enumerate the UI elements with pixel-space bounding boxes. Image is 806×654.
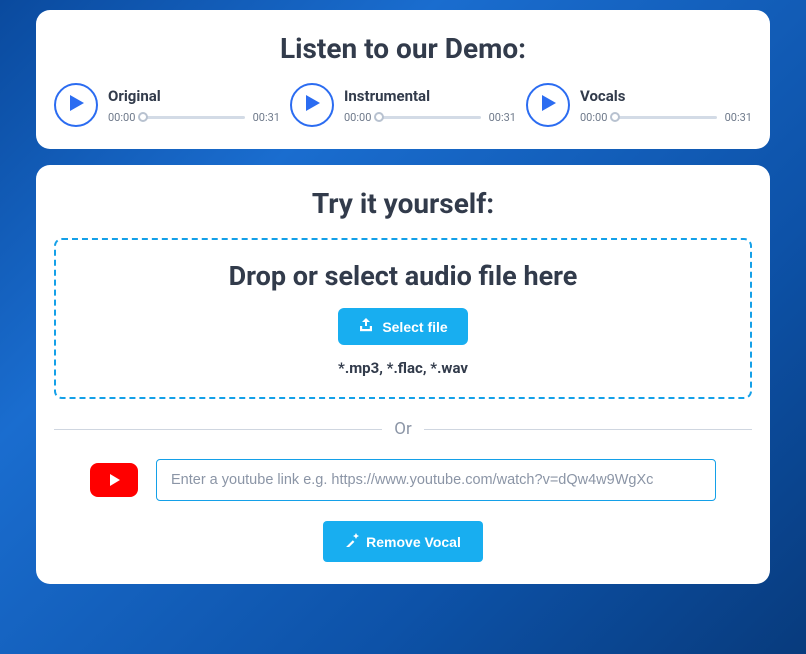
drop-heading: Drop or select audio file here (76, 260, 730, 292)
players-row: Original 00:00 00:31 Instrumental 00:00 (54, 83, 752, 127)
magic-wand-icon (345, 533, 359, 550)
formats-text: *.mp3, *.flac, *.wav (76, 359, 730, 377)
progress-track[interactable] (379, 116, 480, 119)
player-timeline: 00:00 00:31 (580, 111, 752, 124)
time-total: 00:31 (253, 111, 280, 124)
remove-row: Remove Vocal (54, 521, 752, 562)
player-vocals: Vocals 00:00 00:31 (526, 83, 752, 127)
player-timeline: 00:00 00:31 (344, 111, 516, 124)
divider-line (424, 429, 752, 430)
play-icon (539, 94, 557, 116)
try-card: Try it yourself: Drop or select audio fi… (36, 165, 770, 584)
play-button-vocals[interactable] (526, 83, 570, 127)
player-title: Instrumental (344, 87, 516, 105)
time-current: 00:00 (580, 111, 607, 124)
try-heading: Try it yourself: (54, 187, 752, 220)
dropzone[interactable]: Drop or select audio file here Select fi… (54, 238, 752, 399)
player-title: Original (108, 87, 280, 105)
time-total: 00:31 (489, 111, 516, 124)
progress-track[interactable] (143, 116, 244, 119)
youtube-url-input[interactable] (156, 459, 716, 501)
progress-thumb[interactable] (374, 112, 384, 122)
remove-vocal-label: Remove Vocal (366, 534, 461, 550)
play-button-instrumental[interactable] (290, 83, 334, 127)
divider-line (54, 429, 382, 430)
progress-track[interactable] (615, 116, 716, 119)
player-body: Vocals 00:00 00:31 (580, 87, 752, 124)
player-body: Original 00:00 00:31 (108, 87, 280, 124)
progress-thumb[interactable] (610, 112, 620, 122)
player-instrumental: Instrumental 00:00 00:31 (290, 83, 516, 127)
progress-thumb[interactable] (138, 112, 148, 122)
player-title: Vocals (580, 87, 752, 105)
player-body: Instrumental 00:00 00:31 (344, 87, 516, 124)
demo-card: Listen to our Demo: Original 00:00 00:31 (36, 10, 770, 149)
play-icon (67, 94, 85, 116)
time-current: 00:00 (108, 111, 135, 124)
player-timeline: 00:00 00:31 (108, 111, 280, 124)
remove-vocal-button[interactable]: Remove Vocal (323, 521, 483, 562)
select-file-label: Select file (382, 319, 447, 335)
youtube-row (54, 459, 752, 501)
time-current: 00:00 (344, 111, 371, 124)
time-total: 00:31 (725, 111, 752, 124)
play-icon (303, 94, 321, 116)
or-divider: Or (54, 419, 752, 439)
upload-icon (358, 318, 374, 335)
youtube-icon (90, 463, 138, 497)
demo-heading: Listen to our Demo: (54, 32, 752, 65)
or-label: Or (394, 419, 411, 439)
player-original: Original 00:00 00:31 (54, 83, 280, 127)
select-file-button[interactable]: Select file (338, 308, 467, 345)
play-button-original[interactable] (54, 83, 98, 127)
